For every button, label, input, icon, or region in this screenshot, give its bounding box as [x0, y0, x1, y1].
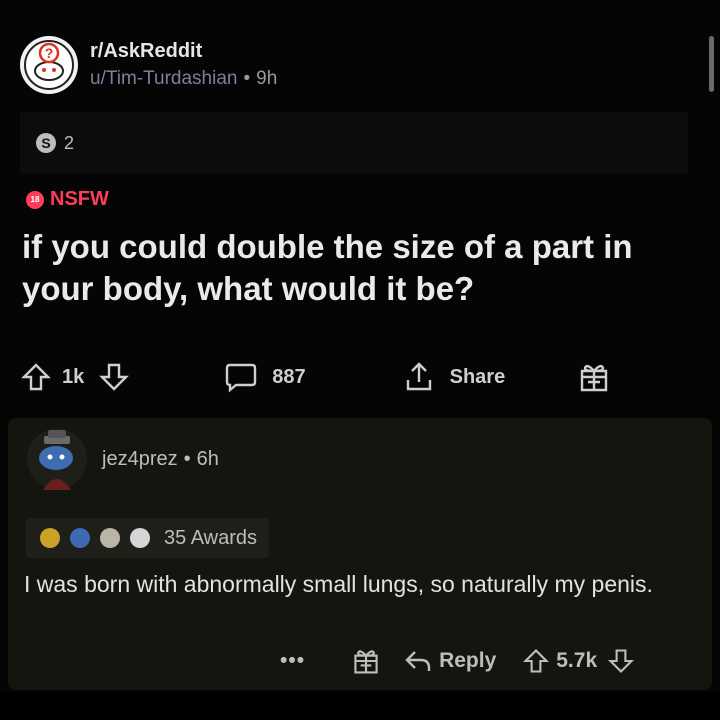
user-avatar-icon[interactable]: [26, 428, 88, 490]
nsfw-badge-icon: 18: [26, 190, 44, 209]
share-button[interactable]: Share: [402, 360, 506, 394]
post-awards-bar[interactable]: S 2: [20, 112, 688, 174]
scrollbar[interactable]: [709, 36, 714, 92]
upvote-icon[interactable]: [522, 647, 550, 675]
hug-award-icon: [100, 528, 120, 548]
comment-score: 5.7k: [556, 649, 598, 672]
post-header: ? r/AskReddit u/Tim-Turdashian • 9h: [20, 36, 277, 94]
subreddit-avatar[interactable]: ?: [20, 36, 78, 94]
comment-count: 887: [272, 365, 306, 388]
reply-button[interactable]: Reply: [403, 647, 496, 675]
trophy-award-icon: [40, 528, 60, 548]
comment-icon: [226, 363, 257, 393]
subreddit-name[interactable]: r/AskReddit: [90, 37, 277, 65]
post-actions: 1k 887 Share: [20, 350, 700, 404]
comment-actions: ••• Reply 5.7k: [280, 646, 635, 676]
gift-icon[interactable]: [351, 646, 381, 676]
gift-icon: [581, 364, 608, 392]
separator-dot: •: [183, 447, 191, 470]
share-label: Share: [449, 365, 506, 388]
upvote-icon[interactable]: [20, 361, 52, 393]
award-count: 2: [64, 132, 75, 153]
share-icon: [406, 362, 431, 391]
upvote-count: 1k: [62, 365, 85, 388]
comment-author[interactable]: jez4prez: [102, 448, 178, 470]
silver-award-icon: [130, 528, 150, 548]
awards-count: 35 Awards: [164, 526, 258, 549]
bottom-edge: [0, 692, 720, 720]
comment-header: jez4prez • 6h: [26, 428, 219, 490]
comment-body: I was born with abnormally small lungs, …: [24, 571, 653, 597]
vote-group: 1k: [20, 361, 130, 393]
downvote-icon[interactable]: [98, 361, 130, 393]
comments-button[interactable]: 887: [224, 361, 306, 393]
svg-text:?: ?: [45, 45, 54, 61]
post-author[interactable]: u/Tim-Turdashian: [90, 68, 237, 89]
comment-card: jez4prez • 6h 35 Awards I was born with ab…: [8, 418, 712, 690]
nsfw-label: NSFW: [50, 188, 109, 210]
comment-awards[interactable]: 35 Awards: [26, 518, 270, 558]
silver-award-icon: S: [36, 133, 56, 153]
reply-icon: [405, 651, 431, 671]
separator-dot: •: [243, 68, 251, 89]
downvote-icon[interactable]: [607, 647, 635, 675]
nsfw-tag: 18 NSFW: [26, 188, 109, 211]
askreddit-icon: ?: [24, 40, 74, 90]
post-title[interactable]: if you could double the size of a part i…: [22, 226, 692, 310]
reply-label: Reply: [439, 649, 497, 672]
post-age: 9h: [256, 68, 278, 89]
comment-age: 6h: [196, 447, 219, 470]
more-options-button[interactable]: •••: [280, 649, 305, 673]
wholesome-award-icon: [70, 528, 90, 548]
award-button[interactable]: [577, 360, 611, 394]
